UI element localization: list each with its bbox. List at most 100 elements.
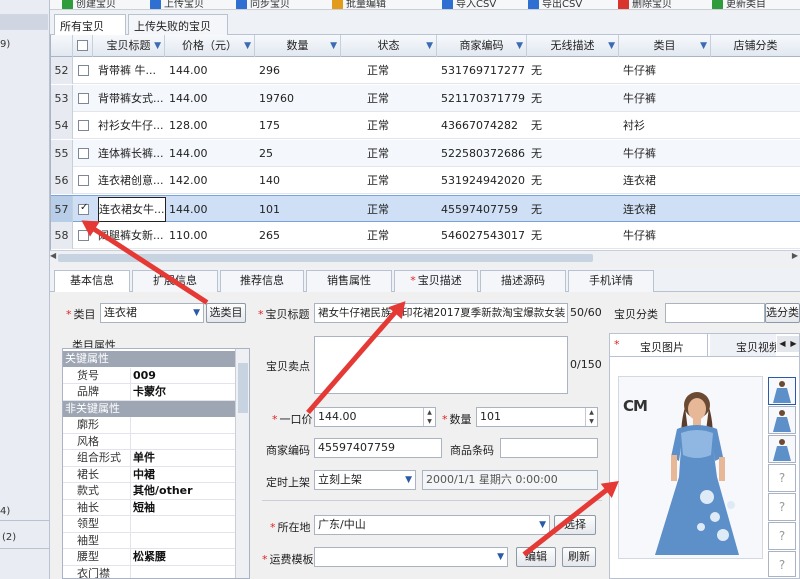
filter-icon[interactable]: ▼ xyxy=(244,35,251,57)
edit-freight-button[interactable]: 编辑 xyxy=(516,547,556,567)
attribute-row[interactable]: 袖长 短袖 xyxy=(63,499,235,516)
filter-icon[interactable]: ▼ xyxy=(516,35,523,57)
attribute-row[interactable]: 廓形 xyxy=(63,417,235,434)
header-wireless-desc[interactable]: 无线描述 ▼ xyxy=(527,35,619,57)
horizontal-scrollbar[interactable]: ◀ ▶ xyxy=(50,250,800,264)
tab-mobile-details[interactable]: 手机详情 xyxy=(568,270,654,292)
image-placeholder-icon[interactable]: ? xyxy=(768,551,796,577)
select-category-button[interactable]: 选类目 xyxy=(206,303,246,323)
attribute-row[interactable]: 组合形式 单件 xyxy=(63,450,235,467)
schedule-select[interactable]: 立刻上架 ▼ xyxy=(314,470,416,490)
header-category[interactable]: 类目 ▼ xyxy=(619,35,711,57)
row-checkbox[interactable] xyxy=(78,65,89,76)
sidebar-item-a[interactable]: 4) xyxy=(0,506,10,517)
scroll-thumb[interactable] xyxy=(238,363,248,413)
attribute-row[interactable]: 款式 其他/other xyxy=(63,483,235,500)
table-row[interactable]: 56 连衣裙创意... 142.00 140 正常 531924942020 无 连衣裙 xyxy=(51,167,800,194)
attribute-row[interactable]: 袖型 xyxy=(63,532,235,549)
sync-item-button[interactable]: 同步宝贝 xyxy=(236,0,290,9)
create-item-button[interactable]: 创建宝贝 xyxy=(62,0,116,9)
attribute-row[interactable]: 货号 009 xyxy=(63,367,235,384)
table-row[interactable]: 58 阔腿裤女新... 110.00 265 正常 546027543017 无牛仔裤 xyxy=(51,222,800,249)
scroll-left-icon[interactable]: ◀ xyxy=(50,251,56,260)
image-thumbnail-2[interactable] xyxy=(768,406,796,434)
header-select-all[interactable] xyxy=(73,35,93,57)
refresh-freight-button[interactable]: 刷新 xyxy=(562,547,596,567)
attribute-value[interactable]: 松紧腰 xyxy=(133,549,166,565)
select-shop-category-button[interactable]: 选分类 xyxy=(765,303,800,323)
attribute-row[interactable]: 裙长 中裙 xyxy=(63,466,235,483)
header-status[interactable]: 状态 ▼ xyxy=(341,35,437,57)
image-thumbnail-1[interactable] xyxy=(768,377,796,405)
attributes-scrollbar[interactable] xyxy=(235,349,249,578)
merchant-code-input[interactable]: 45597407759 xyxy=(314,438,442,458)
header-quantity[interactable]: 数量 ▼ xyxy=(255,35,341,57)
upload-item-button[interactable]: 上传宝贝 xyxy=(150,0,204,9)
import-csv-button[interactable]: 导入CSV xyxy=(442,0,496,9)
freight-template-select[interactable]: ▼ xyxy=(314,547,508,567)
tab-sales-attributes[interactable]: 销售属性 xyxy=(306,270,392,292)
tab-failed-uploads[interactable]: 上传失败的宝贝(0) xyxy=(128,14,228,47)
tab-item-description[interactable]: * 宝贝描述 xyxy=(394,270,478,292)
image-placeholder-icon[interactable]: ? xyxy=(768,464,796,492)
schedule-datetime[interactable]: 2000/1/1 星期六 0:00:00 xyxy=(422,470,598,490)
delete-item-button[interactable]: 删除宝贝 xyxy=(618,0,672,9)
filter-icon[interactable]: ▼ xyxy=(426,35,433,57)
attribute-value[interactable]: 单件 xyxy=(133,450,155,466)
tab-basic-info[interactable]: 基本信息 xyxy=(54,270,130,292)
select-all-checkbox[interactable] xyxy=(77,40,88,51)
tab-next-icon[interactable]: ▶ xyxy=(788,336,799,352)
table-row[interactable]: 55 连体裤长裤... 144.00 25 正常 522580372686 无 牛仔裤 xyxy=(51,139,800,167)
tab-item-video[interactable]: 宝贝视频 xyxy=(710,334,776,356)
tab-prev-icon[interactable]: ◀ xyxy=(777,336,788,352)
row-checkbox[interactable] xyxy=(78,202,89,215)
shop-category-input[interactable] xyxy=(665,303,765,323)
attribute-value[interactable]: 009 xyxy=(133,368,156,384)
filter-icon[interactable]: ▼ xyxy=(700,35,707,57)
tab-description-source[interactable]: 描述源码 xyxy=(480,270,566,292)
table-row[interactable]: 53 背带裤女式... 144.00 19760 正常 521170371779 无 牛仔裤 xyxy=(51,84,800,112)
attribute-value[interactable]: 其他/other xyxy=(133,483,193,499)
image-placeholder-icon[interactable]: ? xyxy=(768,522,796,550)
filter-icon[interactable]: ▼ xyxy=(154,35,161,57)
quantity-input[interactable]: 101 ▲ ▼ xyxy=(476,407,598,427)
attribute-value[interactable]: 中裙 xyxy=(133,467,155,483)
attribute-value[interactable]: 短袖 xyxy=(133,500,155,516)
attribute-row[interactable]: 领型 xyxy=(63,516,235,533)
table-row[interactable]: 57 连衣裙女牛...144.00 101 正常 45597407759 无 连衣裙 xyxy=(51,194,800,223)
scroll-right-icon[interactable]: ▶ xyxy=(792,251,798,260)
batch-edit-button[interactable]: 批量编辑 xyxy=(332,0,386,9)
filter-icon[interactable]: ▼ xyxy=(330,35,337,57)
attribute-row[interactable]: 衣门襟 xyxy=(63,565,235,578)
location-select[interactable]: 广东/中山 ▼ xyxy=(314,515,550,535)
header-merchant-code[interactable]: 商家编码 ▼ xyxy=(437,35,527,57)
table-row[interactable]: 52 背带裤 牛... 144.00 296 正常 531769717277 无 牛仔裤 xyxy=(51,57,800,84)
tab-item-images[interactable]: * 宝贝图片 xyxy=(610,334,708,356)
barcode-input[interactable] xyxy=(500,438,598,458)
row-checkbox[interactable] xyxy=(78,147,89,159)
header-shop-category[interactable]: 店铺分类 xyxy=(711,35,800,57)
row-checkbox[interactable] xyxy=(78,175,89,186)
attribute-row[interactable]: 风格 xyxy=(63,433,235,450)
attribute-value[interactable]: 卡蒙尔 xyxy=(133,384,166,400)
product-main-image[interactable]: CM xyxy=(618,376,763,559)
sidebar-item-selected[interactable] xyxy=(0,14,48,30)
tab-all-items[interactable]: 所有宝贝(58) xyxy=(54,14,126,47)
image-thumbnail-3[interactable] xyxy=(768,435,796,463)
filter-icon[interactable]: ▼ xyxy=(608,35,615,57)
price-input[interactable]: 144.00 ▲ ▼ xyxy=(314,407,436,427)
tab-recommend-info[interactable]: 推荐信息 xyxy=(220,270,304,292)
row-checkbox[interactable] xyxy=(78,92,89,104)
header-title[interactable]: 宝贝标题 ▼ xyxy=(93,35,165,57)
row-checkbox[interactable] xyxy=(78,120,89,131)
category-select[interactable]: 连衣裙 ▼ xyxy=(100,303,204,323)
update-category-button[interactable]: 更新类目 xyxy=(712,0,766,9)
attribute-row[interactable]: 品牌 卡蒙尔 xyxy=(63,384,235,401)
spinner-icon[interactable]: ▲ ▼ xyxy=(423,408,435,426)
table-row[interactable]: 54 衬衫女牛仔... 128.00 175 正常 43667074282 无 衬衫 xyxy=(51,112,800,139)
title-input[interactable]: 裙女牛仔裙民族风印花裙2017夏季新款淘宝爆款女装 xyxy=(314,303,568,323)
image-placeholder-icon[interactable]: ? xyxy=(768,493,796,521)
spinner-icon[interactable]: ▲ ▼ xyxy=(585,408,597,426)
header-price[interactable]: 价格（元） ▼ xyxy=(165,35,255,57)
attribute-row[interactable]: 腰型 松紧腰 xyxy=(63,549,235,566)
